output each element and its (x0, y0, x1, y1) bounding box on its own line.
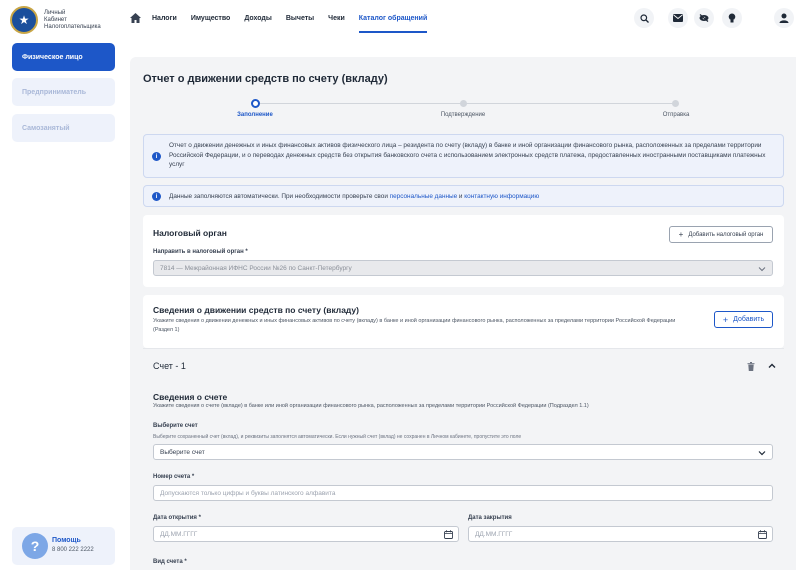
step-label-filling[interactable]: Заполнение (237, 112, 273, 118)
chevron-down-icon (758, 451, 766, 456)
fns-logo[interactable]: ★ Личный Кабинет Налогоплательщика (10, 6, 114, 34)
lightbulb-icon[interactable] (722, 8, 742, 28)
nav-property[interactable]: Имущество (191, 0, 231, 36)
nav-taxes[interactable]: Налоги (152, 0, 177, 36)
logo-caption: Личный Кабинет Налогоплательщика (44, 10, 114, 31)
account-section-subtitle: Укажите сведения о счете (вкладе) в банк… (153, 403, 589, 409)
step-dot-confirm (460, 100, 467, 107)
stepper: Заполнение Подтверждение Отправка (130, 99, 796, 129)
tax-authority-select[interactable]: 7814 — Межрайонная ИФНС России №26 по Са… (153, 260, 773, 276)
info-icon: i (152, 152, 161, 161)
mail-icon[interactable] (668, 8, 688, 28)
calendar-icon[interactable] (444, 530, 453, 539)
home-icon[interactable] (128, 11, 142, 25)
step-line-2 (465, 103, 675, 104)
help-phone: 8 800 222 2222 (52, 547, 94, 553)
nav-deductions[interactable]: Вычеты (286, 0, 314, 36)
info-autofill-prefix: Данные заполняются автоматически. При не… (169, 193, 390, 200)
select-account-placeholder: Выберите счет (160, 448, 205, 456)
calendar-icon[interactable] (758, 530, 767, 539)
top-header: ★ Личный Кабинет Налогоплательщика Налог… (0, 0, 800, 36)
add-tax-authority-label: Добавить налоговый орган (688, 231, 764, 238)
user-profile-icon[interactable] (774, 8, 794, 28)
select-account-label: Выберите счет (153, 423, 198, 429)
tax-authority-title: Налоговый орган (153, 228, 227, 238)
close-date-input[interactable]: ДД.ММ.ГГГГ (468, 526, 773, 542)
step-label-confirm: Подтверждение (440, 112, 486, 118)
plus-icon: + (678, 230, 684, 239)
select-account-dropdown[interactable]: Выберите счет (153, 444, 773, 460)
account-number-label: Номер счета * (153, 474, 195, 480)
add-movement-label: Добавить (733, 316, 765, 323)
account-type-label: Вид счета * (153, 559, 187, 565)
sidebar-item-individual[interactable]: Физическое лицо (12, 43, 115, 71)
help-widget[interactable]: ? Помощь 8 800 222 2222 (12, 527, 115, 565)
step-dot-filling[interactable] (251, 99, 260, 108)
info-banner-text: Отчет о движении денежных и иных финансо… (169, 142, 766, 169)
open-date-placeholder: ДД.ММ.ГГГГ (160, 530, 198, 538)
logo-line-1: Личный (44, 9, 66, 16)
nav-income[interactable]: Доходы (244, 0, 272, 36)
account-section-title: Сведения о счете (153, 392, 228, 402)
logo-line-3: Налогоплательщика (44, 23, 101, 30)
account-number-placeholder: Допускаются только цифры и буквы латинск… (160, 489, 336, 497)
info-banner-autofill: i Данные заполняются автоматически. При … (143, 185, 784, 207)
sidebar-item-entrepreneur[interactable]: Предприниматель (12, 78, 115, 106)
main-content: Отчет о движении средств по счету (вклад… (130, 57, 796, 570)
select-account-hint: Выберите сохраненный счет (вклад), и рек… (153, 434, 522, 440)
sidebar-item-self-employed[interactable]: Самозанятый (12, 114, 115, 142)
nav-appeals-catalog[interactable]: Каталог обращений (358, 0, 428, 36)
search-icon[interactable] (634, 8, 654, 28)
open-date-label: Дата открытия * (153, 515, 201, 521)
add-tax-authority-button[interactable]: + Добавить налоговый орган (669, 226, 773, 243)
chevron-down-icon (758, 267, 766, 272)
contact-info-link[interactable]: контактную информацию (464, 193, 539, 200)
movement-card: Сведения о движении средств по счету (вк… (143, 295, 784, 348)
fns-emblem-icon: ★ (10, 6, 38, 34)
sidebar: Физическое лицо Предприниматель Самозаня… (0, 36, 126, 570)
account-body: Сведения о счете Укажите сведения о счет… (143, 382, 784, 570)
close-date-placeholder: ДД.ММ.ГГГГ (475, 530, 513, 538)
logo-line-2: Кабинет (44, 16, 67, 23)
page-title: Отчет о движении средств по счету (вклад… (143, 73, 388, 85)
movement-subtitle: Укажите сведения о движении денежных и и… (153, 318, 676, 333)
add-movement-button[interactable]: + Добавить (714, 311, 773, 328)
account-number-input[interactable]: Допускаются только цифры и буквы латинск… (153, 485, 773, 501)
open-date-input[interactable]: ДД.ММ.ГГГГ (153, 526, 459, 542)
movement-title: Сведения о движении средств по счету (вк… (153, 305, 359, 315)
close-date-label: Дата закрытия (468, 515, 512, 521)
help-title: Помощь (52, 537, 81, 544)
account-title: Счет - 1 (153, 361, 186, 371)
account-header[interactable]: Счет - 1 (143, 348, 784, 382)
step-line-1 (260, 103, 463, 104)
visibility-off-icon[interactable] (694, 8, 714, 28)
info-banner-report: i Отчет о движении денежных и иных финан… (143, 134, 784, 178)
tax-authority-label: Направить в налоговый орган * (153, 249, 248, 255)
tax-authority-card: Налоговый орган + Добавить налоговый орга… (143, 215, 784, 287)
main-nav: Налоги Имущество Доходы Вычеты Чеки Ката… (128, 0, 441, 36)
personal-data-link[interactable]: персональные данные (390, 193, 457, 200)
info-icon: i (152, 192, 161, 201)
tax-authority-value: 7814 — Межрайонная ИФНС России №26 по Са… (160, 264, 352, 272)
chevron-up-icon[interactable] (768, 362, 776, 370)
step-dot-send (672, 100, 679, 107)
help-question-icon: ? (22, 533, 48, 559)
step-label-send: Отправка (662, 112, 690, 118)
info-autofill-text: Данные заполняются автоматически. При не… (169, 192, 773, 202)
plus-icon: + (722, 314, 729, 325)
trash-icon[interactable] (747, 362, 755, 371)
nav-receipts[interactable]: Чеки (328, 0, 345, 36)
